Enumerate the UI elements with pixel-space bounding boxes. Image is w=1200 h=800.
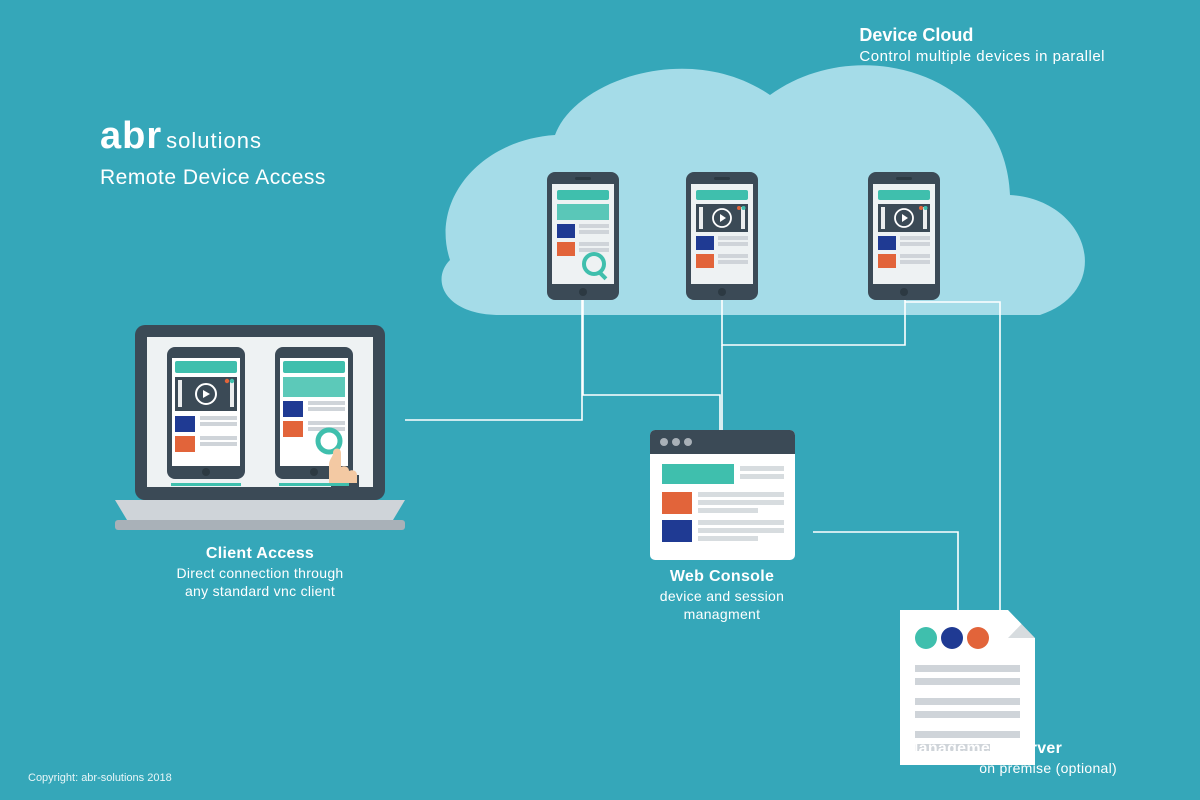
copyright-text: Copyright: abr-solutions 2018 <box>28 772 172 784</box>
server-title: Management Server <box>905 740 1165 758</box>
server-sub: on premise (optional) <box>905 760 1165 778</box>
console-caption: Web Console device and session managment <box>622 568 822 623</box>
brand-thin: solutions <box>166 128 262 153</box>
server-caption: Management Server on premise (optional) <box>905 740 1165 778</box>
client-sub1: Direct connection through <box>145 565 375 583</box>
console-sub1: device and session <box>622 588 822 606</box>
cloud-phone-1 <box>547 172 619 300</box>
cloud-icon <box>442 65 1085 315</box>
console-title: Web Console <box>622 568 822 586</box>
client-title: Client Access <box>145 545 375 563</box>
cloud-subtitle-text: Control multiple devices in parallel <box>859 48 1105 65</box>
client-caption: Client Access Direct connection through … <box>145 545 375 600</box>
client-sub2: any standard vnc client <box>145 583 375 601</box>
cloud-caption: Device Cloud Control multiple devices in… <box>859 25 1105 65</box>
web-console-icon <box>650 430 795 560</box>
product-title: Remote Device Access <box>100 166 326 190</box>
cloud-title-text: Device Cloud <box>859 25 1105 46</box>
laptop-icon <box>115 325 405 530</box>
console-sub2: managment <box>622 606 822 624</box>
brand-bold: abr <box>100 115 162 157</box>
cloud-phone-2 <box>686 172 758 300</box>
brand-block: abrsolutions Remote Device Access <box>100 115 326 190</box>
cloud-phone-3 <box>868 172 940 300</box>
